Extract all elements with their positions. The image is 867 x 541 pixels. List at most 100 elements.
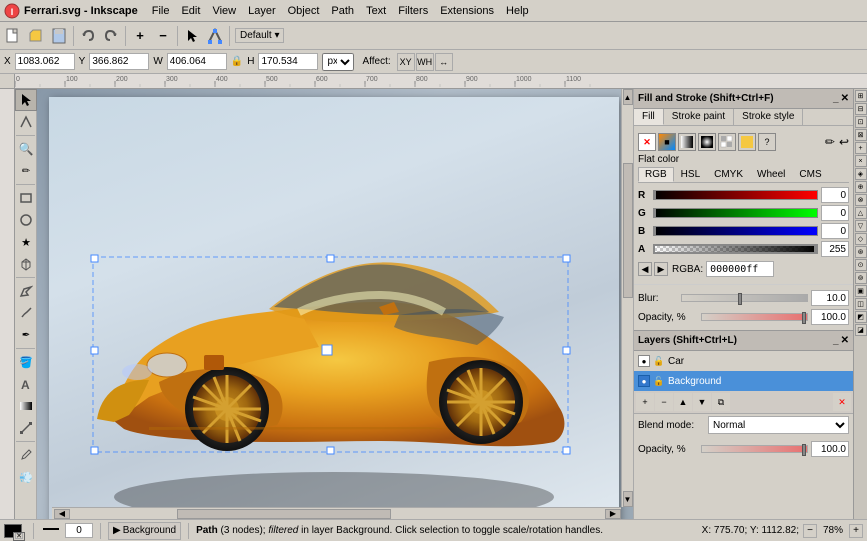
g-track[interactable] (653, 208, 818, 218)
tool-zoom[interactable]: 🔍 (15, 138, 37, 160)
select-btn[interactable] (181, 25, 203, 47)
snap-btn-11[interactable]: ▽ (855, 220, 867, 232)
snap-btn-14[interactable]: ⊙ (855, 259, 867, 271)
tool-gradient[interactable] (15, 395, 37, 417)
layer-car-lock[interactable]: 🔓 (653, 355, 665, 367)
unknown-btn[interactable]: ? (758, 133, 776, 151)
blur-value[interactable] (811, 290, 849, 306)
tab-stroke-style[interactable]: Stroke style (734, 109, 803, 125)
layers-minimize-btn[interactable]: _ (833, 335, 839, 346)
affect-xy-btn[interactable]: XY (397, 53, 415, 71)
layer-down-btn[interactable]: ▼ (693, 393, 711, 411)
g-value[interactable] (821, 205, 849, 221)
scrollbar-v[interactable]: ▲ ▼ (621, 89, 633, 507)
save-btn[interactable] (48, 25, 70, 47)
stroke-box[interactable]: ✕ (13, 532, 25, 541)
tool-node[interactable] (15, 111, 37, 133)
rgba-input[interactable] (706, 261, 774, 277)
tool-pencil[interactable] (15, 302, 37, 324)
tab-fill[interactable]: Fill (634, 109, 664, 125)
layer-row-bg[interactable]: ● 🔓 Background (634, 371, 853, 391)
panel-close-btn[interactable]: ✕ (841, 93, 849, 104)
scroll-thumb-h[interactable] (177, 509, 391, 519)
new-btn[interactable] (2, 25, 24, 47)
tool-dropper[interactable] (15, 444, 37, 466)
scrollbar-h[interactable]: ◀ ▶ (52, 507, 621, 519)
snap-btn-7[interactable]: ◈ (855, 168, 867, 180)
menu-help[interactable]: Help (500, 3, 535, 19)
menu-filters[interactable]: Filters (392, 3, 434, 19)
default-label[interactable]: Default ▾ (235, 28, 284, 43)
snap-btn-8[interactable]: ⊕ (855, 181, 867, 193)
node-btn[interactable] (204, 25, 226, 47)
snap-btn-17[interactable]: ◫ (855, 298, 867, 310)
menu-path[interactable]: Path (325, 3, 360, 19)
layer-opacity-thumb[interactable] (802, 444, 806, 456)
tool-circle[interactable] (15, 209, 37, 231)
redo-btn[interactable] (100, 25, 122, 47)
layer-up-btn[interactable]: ▲ (674, 393, 692, 411)
scroll-down-btn[interactable]: ▼ (623, 491, 633, 507)
menu-object[interactable]: Object (282, 3, 326, 19)
menu-file[interactable]: File (146, 3, 176, 19)
scroll-up-btn[interactable]: ▲ (623, 89, 633, 105)
snap-btn-5[interactable]: + (855, 142, 867, 154)
layer-opacity-value[interactable] (811, 441, 849, 457)
layer-row-car[interactable]: ● 🔓 Car (634, 351, 853, 371)
stroke-width-input[interactable] (65, 523, 93, 538)
apply-btn[interactable]: ↩ (839, 135, 849, 149)
layer-add-btn[interactable]: + (636, 393, 654, 411)
unit-select[interactable]: px (322, 53, 354, 71)
scroll-right-btn[interactable]: ▶ (605, 509, 621, 519)
r-track[interactable] (653, 190, 818, 200)
snap-btn-2[interactable]: ⊟ (855, 103, 867, 115)
a-value[interactable] (821, 241, 849, 257)
snap-btn-9[interactable]: ⊗ (855, 194, 867, 206)
opacity-value[interactable] (811, 309, 849, 325)
tool-rect[interactable] (15, 187, 37, 209)
zoom-out-btn[interactable]: − (152, 25, 174, 47)
pattern-btn[interactable] (718, 133, 736, 151)
color-tab-cmyk[interactable]: CMYK (707, 167, 750, 182)
menu-edit[interactable]: Edit (175, 3, 206, 19)
coord-x-input[interactable] (15, 53, 75, 70)
prev-color-btn[interactable]: ◀ (638, 262, 652, 276)
coord-h-input[interactable] (258, 53, 318, 70)
blend-select[interactable]: Normal Multiply Screen Overlay (708, 416, 849, 434)
tool-3d-box[interactable] (15, 253, 37, 275)
next-color-btn[interactable]: ▶ (654, 262, 668, 276)
panel-minimize-btn[interactable]: _ (833, 93, 839, 104)
layer-dup-btn[interactable]: ⧉ (712, 393, 730, 411)
undo-btn[interactable] (77, 25, 99, 47)
layer-indicator[interactable]: ▶ Background (108, 522, 181, 540)
scroll-thumb-v[interactable] (623, 163, 633, 298)
color-tab-rgb[interactable]: RGB (638, 167, 674, 182)
lock-proportions-icon[interactable]: 🔒 (231, 56, 243, 67)
snap-btn-6[interactable]: × (855, 155, 867, 167)
blur-slider[interactable] (681, 294, 808, 302)
tab-stroke-paint[interactable]: Stroke paint (664, 109, 734, 125)
snap-btn-3[interactable]: ⊡ (855, 116, 867, 128)
snap-btn-15[interactable]: ⊚ (855, 272, 867, 284)
snap-btn-16[interactable]: ▣ (855, 285, 867, 297)
no-paint-btn[interactable]: ✕ (638, 133, 656, 151)
zoom-in-btn[interactable]: + (129, 25, 151, 47)
menu-layer[interactable]: Layer (242, 3, 282, 19)
blur-thumb[interactable] (738, 293, 742, 305)
layers-close-btn[interactable]: ✕ (841, 335, 849, 346)
tool-star[interactable]: ★ (15, 231, 37, 253)
snap-btn-18[interactable]: ◩ (855, 311, 867, 323)
layer-bg-eye[interactable]: ● (638, 375, 650, 387)
radial-grad-btn[interactable] (698, 133, 716, 151)
r-value[interactable] (821, 187, 849, 203)
snap-btn-19[interactable]: ◪ (855, 324, 867, 336)
affect-all-btn[interactable]: ↔ (435, 53, 453, 71)
tool-text[interactable]: A (15, 373, 37, 395)
snap-btn-10[interactable]: △ (855, 207, 867, 219)
snap-btn-12[interactable]: ◇ (855, 233, 867, 245)
color-tab-cms[interactable]: CMS (792, 167, 828, 182)
snap-btn-1[interactable]: ⊞ (855, 90, 867, 102)
menu-text[interactable]: Text (360, 3, 392, 19)
open-btn[interactable] (25, 25, 47, 47)
tool-calligraphy[interactable]: ✒ (15, 324, 37, 346)
